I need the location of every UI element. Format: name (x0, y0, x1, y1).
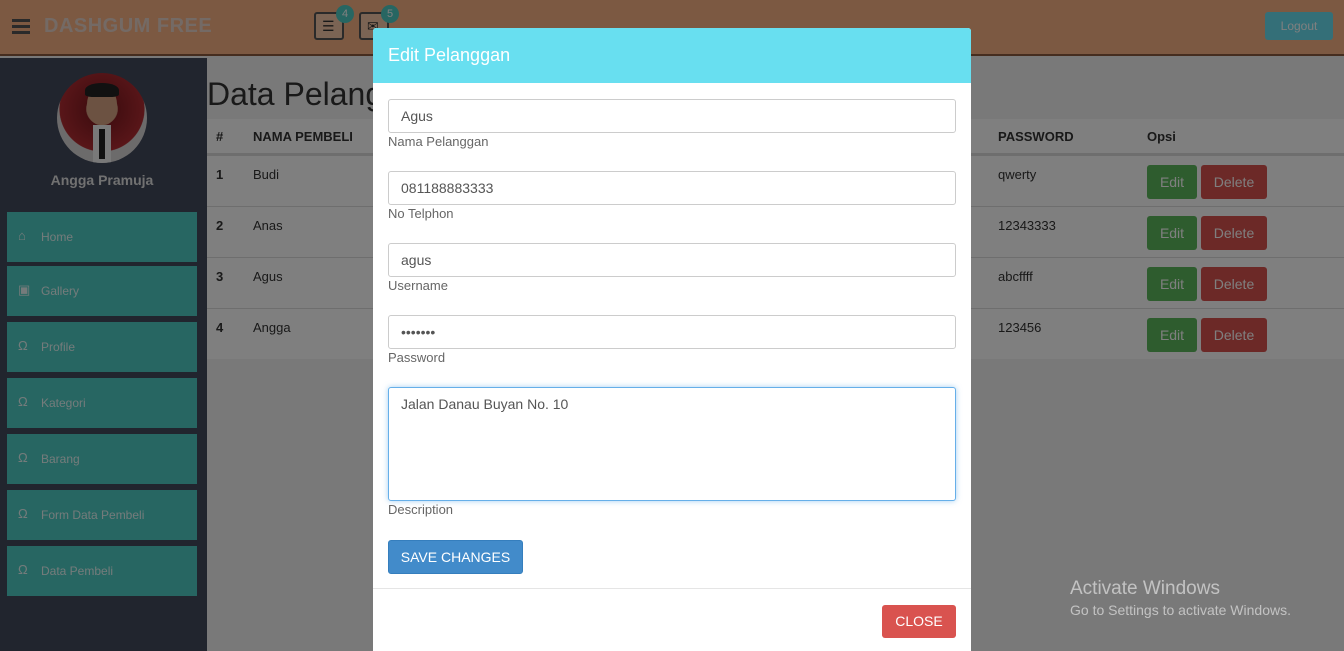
description-label: Description (388, 502, 454, 517)
password-input[interactable]: ••••••• (388, 315, 956, 349)
customer-name-label: Nama Pelanggan (388, 134, 489, 149)
activate-windows-subtitle: Go to Settings to activate Windows. (1070, 602, 1291, 618)
edit-customer-modal: Edit Pelanggan Agus Nama Pelanggan 08118… (373, 28, 971, 651)
activate-windows-title: Activate Windows (1070, 578, 1220, 599)
username-input[interactable]: agus (388, 243, 956, 277)
username-label: Username (388, 278, 448, 293)
modal-title: Edit Pelanggan (388, 45, 511, 65)
close-button[interactable]: CLOSE (882, 605, 956, 638)
modal-footer-divider (373, 588, 971, 589)
save-changes-button[interactable]: SAVE CHANGES (388, 540, 523, 574)
password-label: Password (388, 350, 446, 365)
modal-header: Edit Pelanggan (373, 28, 971, 83)
customer-name-input[interactable]: Agus (388, 99, 956, 133)
description-textarea[interactable]: Jalan Danau Buyan No. 10 (388, 387, 956, 501)
phone-input[interactable]: 081188883333 (388, 171, 956, 205)
phone-label: No Telphon (388, 206, 454, 221)
